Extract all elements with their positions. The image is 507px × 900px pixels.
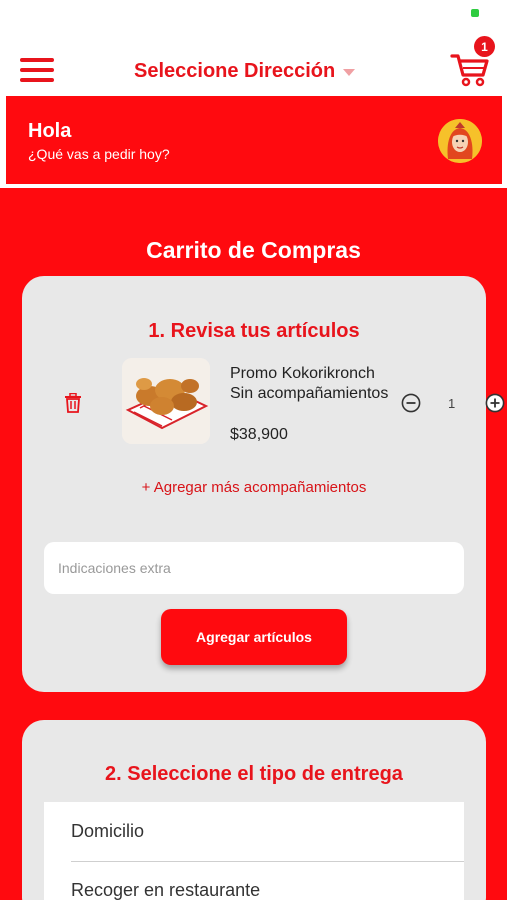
section-title-review: 1. Revisa tus artículos	[148, 320, 360, 342]
chevron-down-icon	[343, 69, 356, 76]
greeting-subtitle: ¿Qué vas a pedir hoy?	[28, 146, 170, 162]
section-title-delivery: 2. Seleccione el tipo de entrega	[105, 763, 403, 785]
product-image	[122, 358, 210, 444]
product-name: Promo Kokorikronch Sin acompañamientos	[230, 365, 389, 402]
delivery-option-pickup[interactable]: Recoger en restaurante	[44, 861, 464, 900]
greeting-banner: Hola ¿Qué vas a pedir hoy?	[6, 96, 502, 184]
delivery-option-domicilio[interactable]: Domicilio	[44, 802, 464, 861]
quantity-value: 1	[448, 396, 456, 411]
address-label: Seleccione Dirección	[134, 60, 336, 82]
delivery-type-card: 2. Seleccione el tipo de entrega Domicil…	[22, 720, 486, 900]
address-selector[interactable]: Seleccione Dirección	[134, 60, 356, 83]
trash-icon[interactable]	[64, 392, 82, 413]
add-sides-link[interactable]: + Agregar más acompañamientos	[22, 479, 486, 496]
plus-circle-icon[interactable]	[485, 393, 505, 413]
cart-count-badge: 1	[474, 36, 495, 57]
page-title: Carrito de Compras	[146, 237, 361, 263]
extra-instructions-input[interactable]	[44, 542, 464, 594]
add-items-button[interactable]: Agregar artículos	[161, 609, 347, 665]
delivery-options-list: Domicilio Recoger en restaurante	[44, 802, 464, 900]
product-price: $38,900	[230, 426, 288, 443]
mascot-avatar[interactable]	[438, 119, 482, 163]
greeting-title: Hola	[28, 120, 72, 142]
battery-indicator-icon	[471, 9, 479, 17]
top-bar: Seleccione Dirección	[0, 38, 507, 96]
minus-circle-icon[interactable]	[401, 393, 421, 413]
review-items-card: 1. Revisa tus artículos Promo Kokorikron…	[22, 276, 505, 692]
hamburger-menu-icon[interactable]	[20, 58, 54, 82]
